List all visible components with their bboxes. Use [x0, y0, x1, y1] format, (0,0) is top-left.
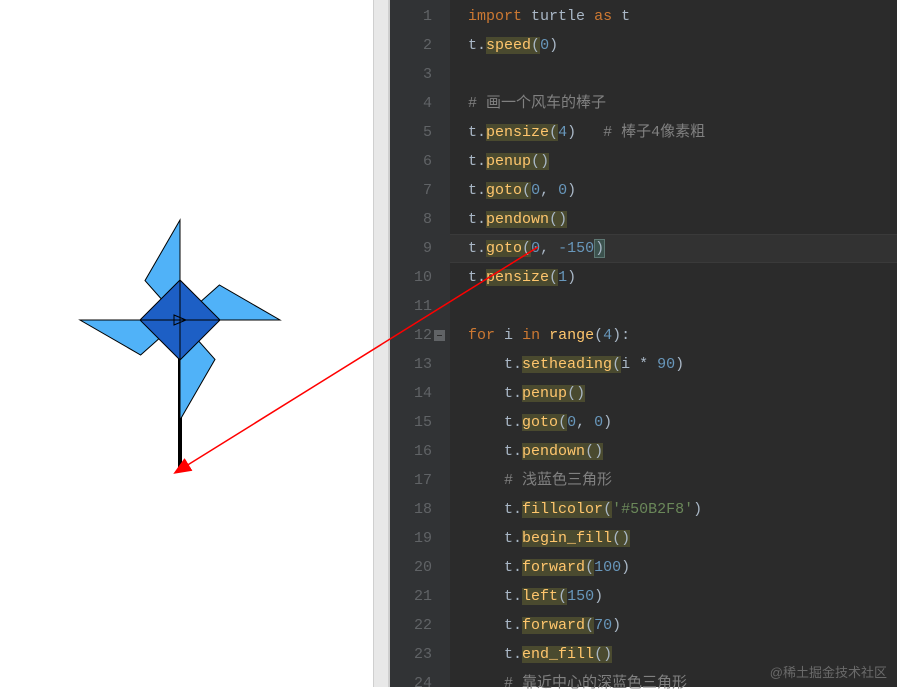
code-line[interactable]: t.goto(0, 0) — [468, 176, 897, 205]
fold-marker-icon[interactable] — [434, 330, 445, 341]
line-number: 23 — [390, 640, 432, 669]
line-number: 18 — [390, 495, 432, 524]
line-number: 19 — [390, 524, 432, 553]
code-line[interactable]: t.forward(70) — [468, 611, 897, 640]
line-number: 20 — [390, 553, 432, 582]
line-number: 12 — [390, 321, 432, 350]
line-number: 5 — [390, 118, 432, 147]
code-line[interactable] — [468, 60, 897, 89]
line-number: 15 — [390, 408, 432, 437]
line-number: 2 — [390, 31, 432, 60]
code-line[interactable]: t.pensize(1) — [468, 263, 897, 292]
code-line[interactable]: import turtle as t — [468, 2, 897, 31]
code-line[interactable] — [468, 292, 897, 321]
line-number: 4 — [390, 89, 432, 118]
line-number: 24 — [390, 669, 432, 698]
code-line[interactable]: t.pendown() — [468, 437, 897, 466]
code-line[interactable]: t.begin_fill() — [468, 524, 897, 553]
code-line[interactable]: t.setheading(i * 90) — [468, 350, 897, 379]
code-line[interactable]: # 画一个风车的棒子 — [468, 89, 897, 118]
watermark-text: @稀土掘金技术社区 — [770, 662, 887, 681]
line-number: 1 — [390, 2, 432, 31]
line-number-gutter: 1 2 3 4 5 6 7 8 9 10 11 12 13 14 15 16 1… — [390, 0, 450, 687]
code-line[interactable]: t.goto(0, -150) — [468, 234, 897, 263]
code-line[interactable]: t.left(150) — [468, 582, 897, 611]
line-number: 8 — [390, 205, 432, 234]
code-line[interactable]: t.forward(100) — [468, 553, 897, 582]
turtle-output-panel — [0, 0, 390, 687]
line-number: 7 — [390, 176, 432, 205]
code-line[interactable]: t.goto(0, 0) — [468, 408, 897, 437]
code-line[interactable]: t.pendown() — [468, 205, 897, 234]
code-content[interactable]: import turtle as t t.speed(0) # 画一个风车的棒子… — [450, 0, 897, 687]
code-line[interactable]: t.speed(0) — [468, 31, 897, 60]
line-number: 16 — [390, 437, 432, 466]
code-line[interactable]: t.fillcolor('#50B2F8') — [468, 495, 897, 524]
line-number: 3 — [390, 60, 432, 89]
line-number: 9 — [390, 234, 432, 263]
code-line[interactable]: t.pensize(4) # 棒子4像素粗 — [468, 118, 897, 147]
line-number: 11 — [390, 292, 432, 321]
line-number: 10 — [390, 263, 432, 292]
vertical-scrollbar-thumb[interactable] — [377, 200, 387, 400]
code-line[interactable]: t.penup() — [468, 379, 897, 408]
line-number: 21 — [390, 582, 432, 611]
turtle-canvas — [0, 0, 380, 687]
line-number: 14 — [390, 379, 432, 408]
line-number: 17 — [390, 466, 432, 495]
line-number: 6 — [390, 147, 432, 176]
code-line[interactable]: # 浅蓝色三角形 — [468, 466, 897, 495]
code-line[interactable]: for i in range(4): — [468, 321, 897, 350]
line-number: 22 — [390, 611, 432, 640]
code-line[interactable]: t.penup() — [468, 147, 897, 176]
code-editor[interactable]: 1 2 3 4 5 6 7 8 9 10 11 12 13 14 15 16 1… — [390, 0, 897, 687]
line-number: 13 — [390, 350, 432, 379]
